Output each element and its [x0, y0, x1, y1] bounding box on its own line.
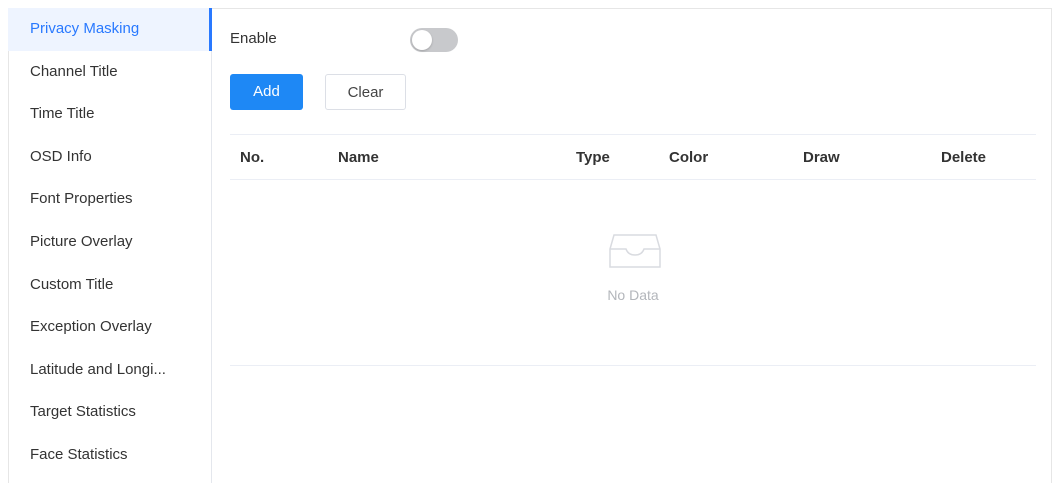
main-content: Enable Add Clear No. Name Type Color Dra… [230, 8, 1036, 483]
sidebar-item-font-properties[interactable]: Font Properties [8, 178, 211, 221]
sidebar-item-picture-overlay[interactable]: Picture Overlay [8, 221, 211, 264]
empty-text: No Data [607, 287, 659, 303]
enable-row: Enable [230, 28, 530, 52]
sidebar-item-privacy-masking[interactable]: Privacy Masking [8, 8, 212, 51]
sidebar-item-custom-title[interactable]: Custom Title [8, 264, 211, 307]
toggle-knob [412, 30, 432, 50]
column-header-no: No. [240, 149, 265, 166]
column-header-draw: Draw [803, 149, 840, 166]
sidebar-item-osd-info[interactable]: OSD Info [8, 136, 211, 179]
sidebar-item-latitude-longitude[interactable]: Latitude and Longi... [8, 349, 211, 392]
column-header-type: Type [576, 149, 610, 166]
enable-label: Enable [230, 30, 277, 47]
sidebar: Privacy Masking Channel Title Time Title… [8, 8, 212, 483]
column-header-color: Color [669, 149, 709, 166]
column-header-delete: Delete [941, 149, 987, 166]
sidebar-item-target-statistics[interactable]: Target Statistics [8, 391, 211, 434]
table-header: No. Name Type Color Draw Delete [230, 135, 1036, 180]
enable-toggle[interactable] [410, 28, 458, 52]
inbox-icon [609, 234, 661, 268]
sidebar-item-face-statistics[interactable]: Face Statistics [8, 434, 211, 477]
column-header-name: Name [338, 149, 379, 166]
add-button[interactable]: Add [230, 74, 303, 110]
mask-table: No. Name Type Color Draw Delete No Data [230, 134, 1036, 366]
sidebar-item-exception-overlay[interactable]: Exception Overlay [8, 306, 211, 349]
sidebar-item-channel-title[interactable]: Channel Title [8, 51, 211, 94]
empty-state: No Data [230, 179, 1036, 365]
sidebar-item-time-title[interactable]: Time Title [8, 93, 211, 136]
clear-button[interactable]: Clear [325, 74, 406, 110]
